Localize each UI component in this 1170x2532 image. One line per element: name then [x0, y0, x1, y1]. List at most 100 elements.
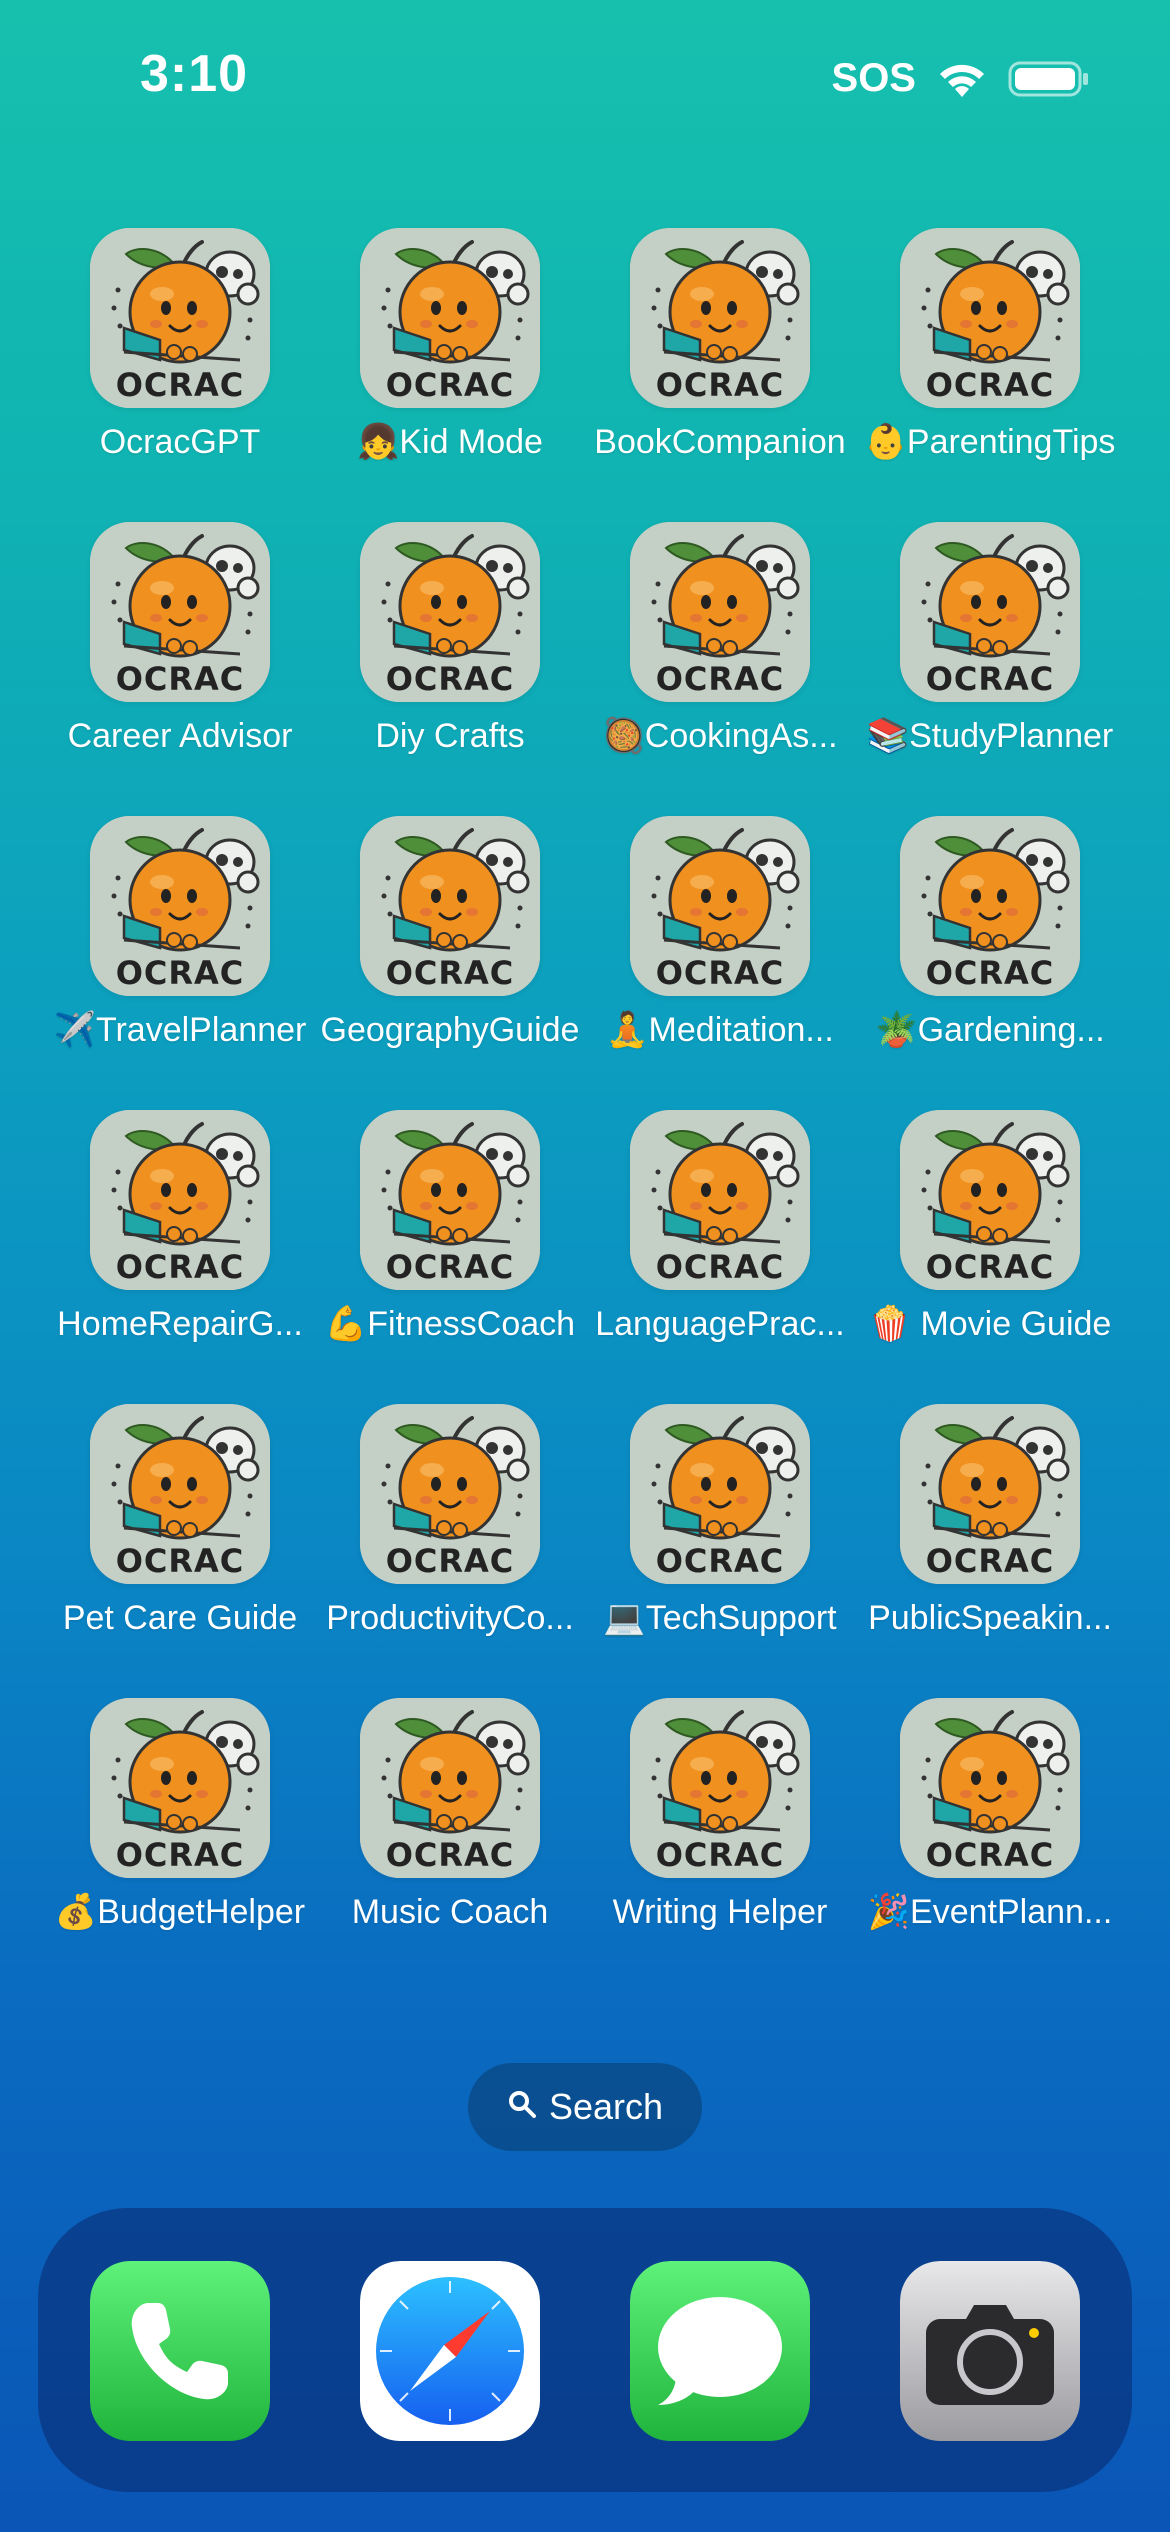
- app-icon[interactable]: OCRAC: [900, 522, 1080, 702]
- ocrac-logo-icon: OCRAC: [630, 1698, 810, 1878]
- app-icon[interactable]: OCRAC: [90, 1698, 270, 1878]
- chat-bubble-icon: [630, 2261, 810, 2441]
- app-tile[interactable]: OCRAC OcracGPT: [45, 228, 315, 522]
- dock-app-phone[interactable]: [90, 2261, 270, 2441]
- app-tile[interactable]: OCRAC 💪FitnessCoach: [315, 1110, 585, 1404]
- app-tile[interactable]: OCRAC Writing Helper: [585, 1698, 855, 1992]
- app-tile[interactable]: OCRAC 🪴Gardening...: [855, 816, 1125, 1110]
- app-tile[interactable]: OCRAC ProductivityCo...: [315, 1404, 585, 1698]
- app-label: GeographyGuide: [320, 1011, 580, 1049]
- app-tile[interactable]: OCRAC Pet Care Guide: [45, 1404, 315, 1698]
- ocrac-logo-icon: OCRAC: [360, 522, 540, 702]
- app-icon[interactable]: OCRAC: [90, 522, 270, 702]
- svg-text:OCRAC: OCRAC: [116, 1542, 245, 1580]
- search-label: Search: [548, 2086, 664, 2127]
- ocrac-logo-icon: OCRAC: [900, 1404, 1080, 1584]
- svg-text:OCRAC: OCRAC: [386, 660, 515, 698]
- app-icon[interactable]: OCRAC: [900, 1404, 1080, 1584]
- app-label: ProductivityCo...: [326, 1599, 574, 1637]
- dock-app-safari[interactable]: [360, 2261, 540, 2441]
- app-tile[interactable]: OCRAC BookCompanion: [585, 228, 855, 522]
- wifi-icon: [936, 59, 988, 99]
- ocrac-logo-icon: OCRAC: [360, 816, 540, 996]
- app-label: 🧘Meditation...: [606, 1011, 834, 1049]
- app-tile[interactable]: OCRAC ✈️TravelPlanner: [45, 816, 315, 1110]
- app-icon[interactable]: OCRAC: [900, 816, 1080, 996]
- app-tile[interactable]: OCRAC 💰BudgetHelper: [45, 1698, 315, 1992]
- ocrac-logo-icon: OCRAC: [630, 1404, 810, 1584]
- svg-text:OCRAC: OCRAC: [926, 366, 1055, 404]
- app-tile[interactable]: OCRAC LanguagePrac...: [585, 1110, 855, 1404]
- ocrac-logo-icon: OCRAC: [90, 816, 270, 996]
- app-label: LanguagePrac...: [595, 1305, 845, 1343]
- app-tile[interactable]: OCRAC 👧Kid Mode: [315, 228, 585, 522]
- search-button[interactable]: Search: [468, 2063, 702, 2151]
- app-tile[interactable]: OCRAC Music Coach: [315, 1698, 585, 1992]
- ocrac-logo-icon: OCRAC: [90, 1698, 270, 1878]
- app-label: 📚StudyPlanner: [866, 717, 1114, 755]
- phone-icon: [90, 2261, 270, 2441]
- ocrac-logo-icon: OCRAC: [360, 1698, 540, 1878]
- app-icon[interactable]: OCRAC: [360, 1110, 540, 1290]
- app-tile[interactable]: OCRAC Diy Crafts: [315, 522, 585, 816]
- app-label: PublicSpeakin...: [868, 1599, 1112, 1637]
- app-tile[interactable]: OCRAC 👶ParentingTips: [855, 228, 1125, 522]
- app-tile[interactable]: OCRAC 📚StudyPlanner: [855, 522, 1125, 816]
- ocrac-logo-icon: OCRAC: [630, 816, 810, 996]
- app-tile[interactable]: OCRAC 🍿 Movie Guide: [855, 1110, 1125, 1404]
- status-bar: 3:10 SOS: [0, 0, 1170, 150]
- app-tile[interactable]: OCRAC 💻TechSupport: [585, 1404, 855, 1698]
- app-tile[interactable]: OCRAC HomeRepairG...: [45, 1110, 315, 1404]
- svg-text:OCRAC: OCRAC: [656, 366, 785, 404]
- app-icon[interactable]: OCRAC: [360, 1404, 540, 1584]
- svg-text:OCRAC: OCRAC: [116, 1248, 245, 1286]
- svg-text:OCRAC: OCRAC: [386, 1248, 515, 1286]
- app-tile[interactable]: OCRAC PublicSpeakin...: [855, 1404, 1125, 1698]
- app-icon[interactable]: OCRAC: [630, 228, 810, 408]
- svg-text:OCRAC: OCRAC: [926, 954, 1055, 992]
- app-label: 💻TechSupport: [603, 1599, 837, 1637]
- ocrac-logo-icon: OCRAC: [630, 228, 810, 408]
- app-icon[interactable]: OCRAC: [630, 816, 810, 996]
- app-icon[interactable]: OCRAC: [360, 228, 540, 408]
- app-label: Career Advisor: [67, 717, 293, 755]
- ocrac-logo-icon: OCRAC: [900, 1110, 1080, 1290]
- app-label: HomeRepairG...: [57, 1305, 303, 1343]
- app-icon[interactable]: OCRAC: [90, 1110, 270, 1290]
- app-tile[interactable]: OCRAC 🧘Meditation...: [585, 816, 855, 1110]
- app-icon[interactable]: OCRAC: [360, 522, 540, 702]
- app-label: Writing Helper: [612, 1893, 828, 1931]
- svg-text:OCRAC: OCRAC: [116, 366, 245, 404]
- app-icon[interactable]: OCRAC: [90, 228, 270, 408]
- app-tile[interactable]: OCRAC GeographyGuide: [315, 816, 585, 1110]
- app-tile[interactable]: OCRAC 🥘CookingAs...: [585, 522, 855, 816]
- svg-text:OCRAC: OCRAC: [926, 660, 1055, 698]
- app-label: Diy Crafts: [375, 717, 525, 755]
- app-icon[interactable]: OCRAC: [360, 1698, 540, 1878]
- app-icon[interactable]: OCRAC: [90, 1404, 270, 1584]
- app-icon[interactable]: OCRAC: [900, 1698, 1080, 1878]
- app-label: Pet Care Guide: [62, 1599, 298, 1637]
- svg-text:OCRAC: OCRAC: [116, 660, 245, 698]
- battery-icon: [1008, 59, 1090, 99]
- app-icon[interactable]: OCRAC: [630, 1404, 810, 1584]
- dock-app-messages[interactable]: [630, 2261, 810, 2441]
- svg-text:OCRAC: OCRAC: [386, 366, 515, 404]
- app-icon[interactable]: OCRAC: [360, 816, 540, 996]
- svg-text:OCRAC: OCRAC: [926, 1542, 1055, 1580]
- sos-indicator: SOS: [831, 56, 916, 100]
- app-icon[interactable]: OCRAC: [630, 1110, 810, 1290]
- app-icon[interactable]: OCRAC: [900, 228, 1080, 408]
- dock-app-camera[interactable]: [900, 2261, 1080, 2441]
- dock: [38, 2208, 1132, 2492]
- app-icon[interactable]: OCRAC: [630, 522, 810, 702]
- app-tile[interactable]: OCRAC Career Advisor: [45, 522, 315, 816]
- app-icon[interactable]: OCRAC: [630, 1698, 810, 1878]
- svg-text:OCRAC: OCRAC: [386, 1836, 515, 1874]
- app-icon[interactable]: OCRAC: [90, 816, 270, 996]
- app-label: 🎉EventPlann...: [867, 1893, 1113, 1931]
- app-icon[interactable]: OCRAC: [900, 1110, 1080, 1290]
- app-tile[interactable]: OCRAC 🎉EventPlann...: [855, 1698, 1125, 1992]
- ocrac-logo-icon: OCRAC: [900, 1698, 1080, 1878]
- app-label: 💰BudgetHelper: [54, 1893, 306, 1931]
